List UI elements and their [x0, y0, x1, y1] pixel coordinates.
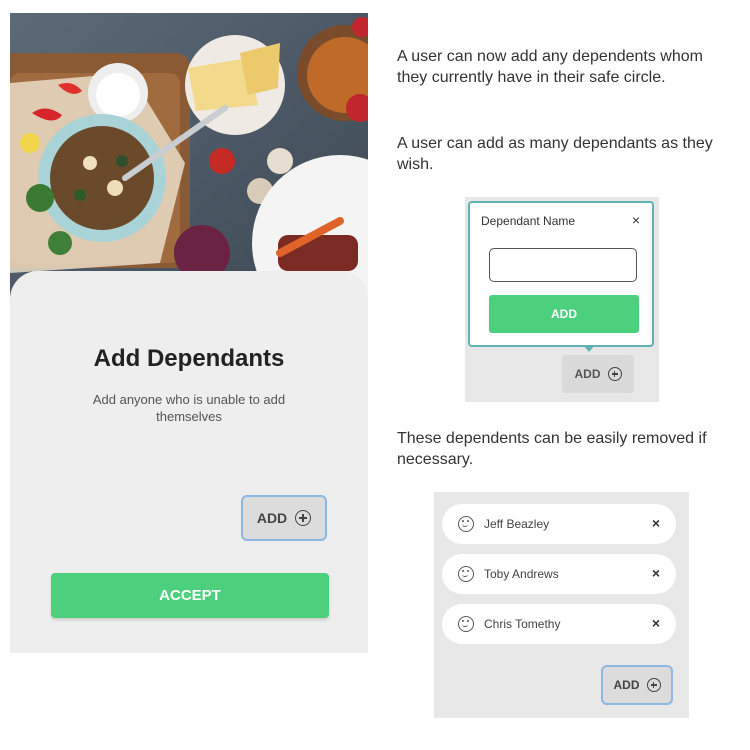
- list-item: Jeff Beazley ×: [442, 504, 676, 544]
- dependent-name: Toby Andrews: [484, 567, 559, 581]
- list-item: Toby Andrews ×: [442, 554, 676, 594]
- add-dependant-button[interactable]: ADD: [562, 355, 634, 393]
- smiley-icon: [458, 516, 474, 532]
- dependant-name-input[interactable]: [489, 248, 637, 282]
- smiley-icon: [458, 566, 474, 582]
- dialog-add-button[interactable]: ADD: [489, 295, 639, 333]
- dialog-pointer: [583, 345, 595, 352]
- note-add-from-safe-circle: A user can now add any dependents whom t…: [397, 48, 703, 86]
- list-item: Chris Tomethy ×: [442, 604, 676, 644]
- note-remove: These dependents can be easily removed i…: [397, 430, 707, 468]
- add-dependant-button[interactable]: ADD: [601, 665, 673, 705]
- hero-food-photo: [10, 13, 368, 313]
- accept-button[interactable]: ACCEPT: [51, 573, 329, 618]
- dialog-screenshot: Dependant Name × ADD ADD: [465, 197, 659, 402]
- add-dependant-button[interactable]: ADD: [241, 495, 327, 541]
- plus-circle-icon: [295, 510, 312, 526]
- page-subtitle: Add anyone who is unable to add themselv…: [92, 392, 286, 424]
- dependant-name-dialog: Dependant Name × ADD: [468, 201, 654, 347]
- remove-dependent-button[interactable]: ×: [652, 615, 660, 631]
- plus-circle-icon: [607, 367, 622, 381]
- add-button-label: ADD: [574, 367, 601, 381]
- phone-screen: Add Dependants Add anyone who is unable …: [10, 13, 368, 653]
- note-add-many: A user can add as many dependants as the…: [397, 135, 713, 173]
- dependents-list-screenshot: Jeff Beazley × Toby Andrews × Chris Tome…: [434, 492, 689, 718]
- add-button-label: ADD: [256, 510, 288, 526]
- bottom-sheet: Add Dependants Add anyone who is unable …: [10, 271, 368, 653]
- close-icon[interactable]: ×: [632, 212, 640, 228]
- page-title: Add Dependants: [93, 345, 285, 372]
- dependent-name: Jeff Beazley: [484, 517, 550, 531]
- add-button-label: ADD: [613, 678, 640, 692]
- remove-dependent-button[interactable]: ×: [652, 565, 660, 581]
- plus-circle-icon: [646, 678, 661, 692]
- smiley-icon: [458, 616, 474, 632]
- dialog-title: Dependant Name: [481, 214, 576, 228]
- dependent-name: Chris Tomethy: [484, 617, 561, 631]
- remove-dependent-button[interactable]: ×: [652, 515, 660, 531]
